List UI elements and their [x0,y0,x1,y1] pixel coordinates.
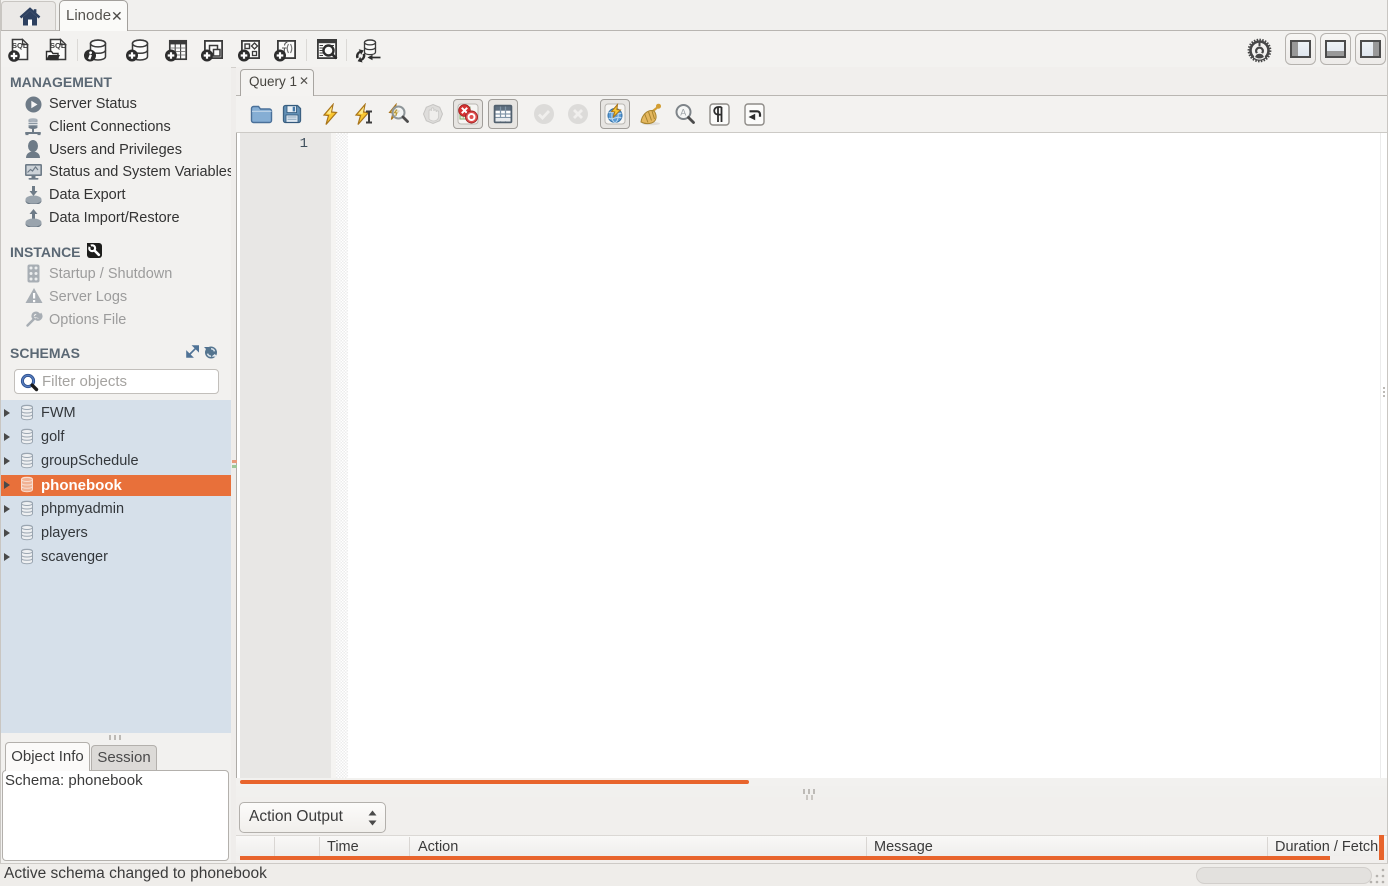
svg-text:A: A [680,108,686,118]
svg-text:SQL: SQL [50,41,66,50]
svg-text:SQL: SQL [12,41,28,50]
